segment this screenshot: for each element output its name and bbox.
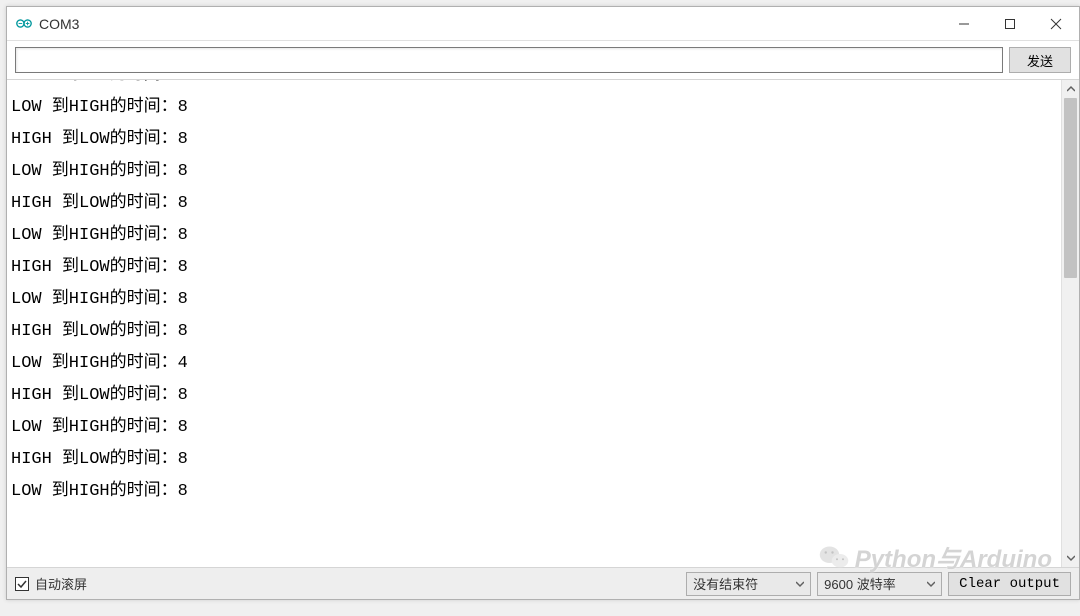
close-icon <box>1050 18 1062 30</box>
line-ending-select[interactable]: 没有结束符 <box>686 572 811 596</box>
footer-bar: 自动滚屏 没有结束符 9600 波特率 Clear output <box>7 567 1079 599</box>
scroll-down-arrow-icon[interactable] <box>1062 549 1079 567</box>
baud-rate-select[interactable]: 9600 波特率 <box>817 572 942 596</box>
minimize-button[interactable] <box>941 7 987 41</box>
serial-monitor-window: COM3 发送 HIGH 到LOW的时间：8 LOW 到HIGH的时间：8 HI… <box>6 6 1080 600</box>
window-title: COM3 <box>39 16 79 32</box>
titlebar: COM3 <box>7 7 1079 41</box>
scroll-up-arrow-icon[interactable] <box>1062 80 1079 98</box>
check-icon <box>17 579 27 589</box>
autoscroll-checkbox[interactable] <box>15 577 29 591</box>
send-button[interactable]: 发送 <box>1009 47 1071 73</box>
output-area: HIGH 到LOW的时间：8 LOW 到HIGH的时间：8 HIGH 到LOW的… <box>7 80 1079 567</box>
serial-output: HIGH 到LOW的时间：8 LOW 到HIGH的时间：8 HIGH 到LOW的… <box>7 80 1061 567</box>
chevron-down-icon <box>796 580 804 588</box>
chevron-down-icon <box>927 580 935 588</box>
baud-rate-value: 9600 波特率 <box>824 574 896 593</box>
line-ending-value: 没有结束符 <box>693 574 758 593</box>
serial-input[interactable] <box>15 47 1003 73</box>
minimize-icon <box>958 18 970 30</box>
maximize-button[interactable] <box>987 7 1033 41</box>
clear-output-button[interactable]: Clear output <box>948 572 1071 596</box>
close-button[interactable] <box>1033 7 1079 41</box>
maximize-icon <box>1004 18 1016 30</box>
scroll-thumb[interactable] <box>1064 98 1077 278</box>
input-row: 发送 <box>7 41 1079 80</box>
arduino-icon <box>15 15 33 33</box>
scroll-track[interactable] <box>1062 98 1079 549</box>
autoscroll-label: 自动滚屏 <box>35 574 87 593</box>
scrollbar[interactable] <box>1061 80 1079 567</box>
